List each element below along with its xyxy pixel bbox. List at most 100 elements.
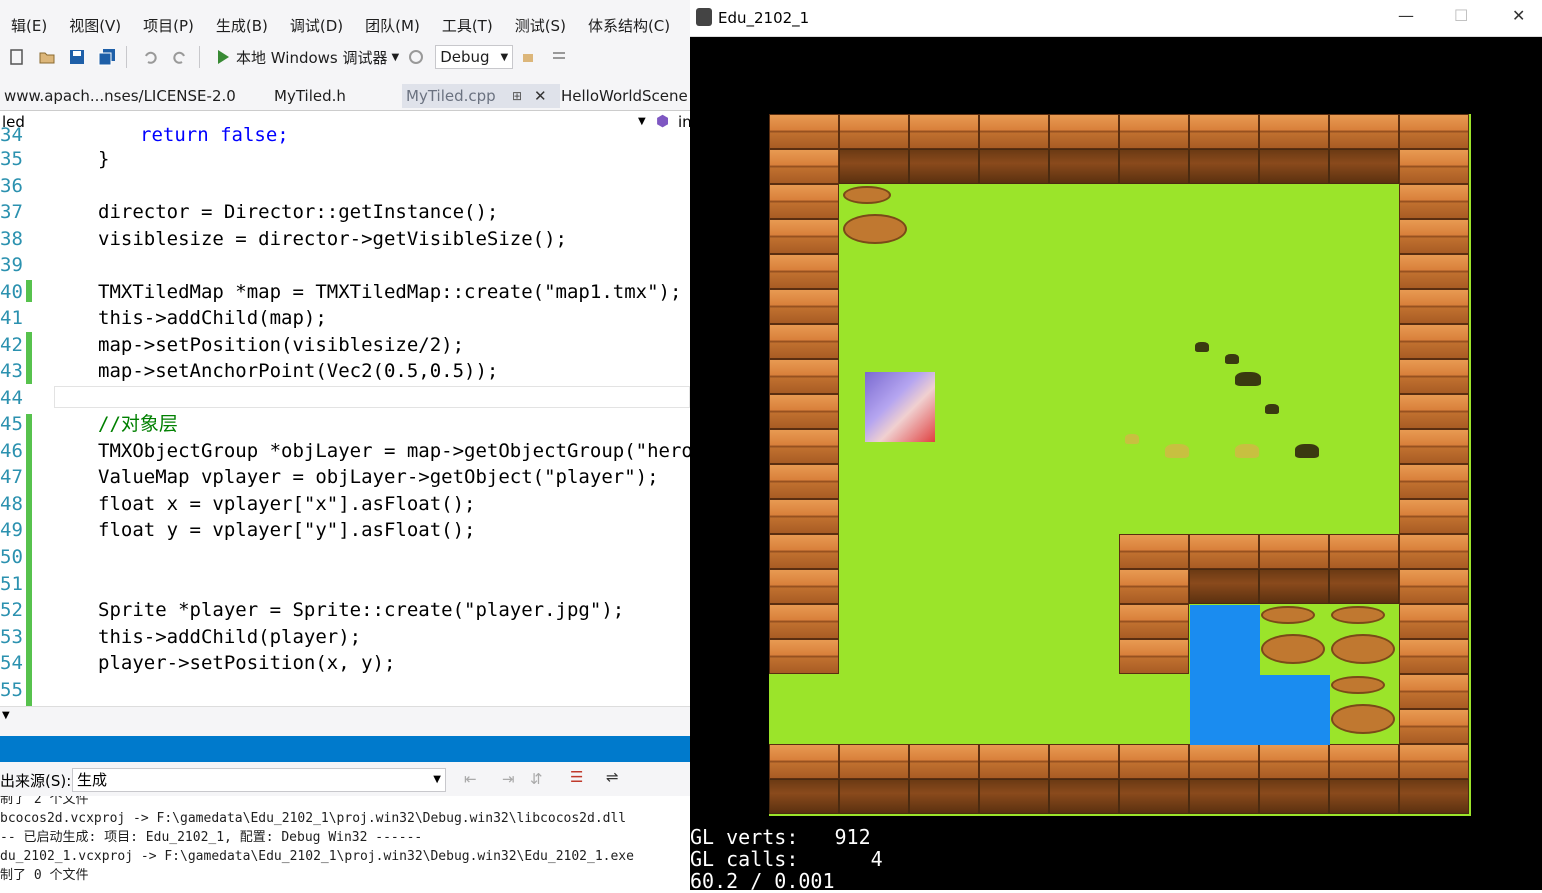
tab-license[interactable]: www.apach...nses/LICENSE-2.0 (0, 84, 240, 108)
line-number: 35 (0, 148, 23, 170)
undo-icon[interactable] (141, 48, 159, 66)
brick-tile (979, 114, 1049, 149)
chevron-down-icon[interactable]: ▼ (2, 710, 10, 721)
line-number: 43 (0, 360, 23, 382)
menu-architecture[interactable]: 体系结构(C) (577, 15, 681, 36)
code-editor[interactable]: 34 return false; 35} 36 37 director = Dire… (0, 124, 690, 706)
gl-verts-label: GL verts: (690, 825, 799, 849)
menu-debug[interactable]: 调试(D) (279, 15, 354, 36)
line-number: 52 (0, 599, 23, 621)
align-icon[interactable] (551, 48, 569, 66)
find-in-output-icon[interactable]: ⇵ (530, 770, 543, 788)
code-line: 55 (0, 677, 690, 703)
code-line: 44 (0, 385, 690, 411)
output-line: du_2102_1.vcxproj -> F:\gamedata\Edu_210… (0, 849, 634, 864)
gl-stats: GL verts: 912 GL calls: 4 60.2 / 0.001 (690, 826, 883, 892)
output-line: 制了 0 个文件 (0, 868, 89, 883)
brick-tile (769, 744, 839, 779)
grass-tuft (1235, 444, 1259, 458)
menu-edit[interactable]: 辑(E) (0, 15, 58, 36)
brick-tile (769, 184, 839, 219)
refresh-icon[interactable] (407, 48, 425, 66)
brick-tile (1399, 114, 1469, 149)
line-number: 54 (0, 652, 23, 674)
menu-project[interactable]: 项目(P) (132, 15, 205, 36)
brick-tile (769, 324, 839, 359)
brick-tile (1259, 744, 1329, 779)
go-to-prev-icon[interactable]: ⇤ (464, 770, 477, 788)
code-text: Sprite *player = Sprite::create("player.… (98, 599, 625, 621)
code-line: 52 Sprite *player = Sprite::create("playe… (0, 597, 690, 623)
line-number: 49 (0, 519, 23, 541)
wall-top-tile (1259, 779, 1329, 814)
open-folder-icon[interactable] (38, 48, 56, 66)
menu-test[interactable]: 测试(S) (504, 15, 577, 36)
close-icon[interactable]: ✕ (534, 84, 547, 108)
brick-tile (1399, 569, 1469, 604)
maximize-icon[interactable]: ☐ (1454, 6, 1468, 25)
rock-decoration (1331, 676, 1385, 694)
wall-top-tile (909, 149, 979, 184)
water-tile (1190, 605, 1260, 745)
output-pane[interactable]: 制了 2 个文件 bcocos2d.vcxproj -> F:\gamedata… (0, 796, 690, 890)
game-window: Edu_2102_1 — ☐ ✕ GL verts: 912 GL calls:… (690, 0, 1542, 892)
code-line: 49 float y = vplayer["y"].asFloat(); (0, 517, 690, 543)
clear-all-icon[interactable]: ☰ (570, 768, 583, 786)
menu-team[interactable]: 团队(M) (354, 15, 431, 36)
line-number: 36 (0, 175, 23, 197)
horizontal-scrollbar[interactable]: ▼ (0, 706, 690, 727)
chevron-down-icon[interactable]: ▼ (392, 52, 400, 63)
wall-top-tile (979, 149, 1049, 184)
find-icon[interactable] (521, 48, 539, 66)
rock-decoration (1331, 606, 1385, 624)
code-comment: //对象层 (98, 413, 178, 435)
new-project-icon[interactable] (8, 48, 26, 66)
close-icon[interactable]: ✕ (1512, 6, 1525, 25)
rock-decoration (1261, 634, 1325, 664)
wall-top-tile (839, 779, 909, 814)
toolbar-separator (126, 46, 127, 68)
code-text: ValueMap vplayer = objLayer->getObject("… (98, 466, 659, 488)
code-text: } (98, 148, 110, 170)
wall-top-tile (769, 779, 839, 814)
brick-tile (1399, 184, 1469, 219)
brick-tile (1259, 534, 1329, 569)
tab-helloworldscene[interactable]: HelloWorldScene (557, 84, 690, 108)
start-debug-icon[interactable] (214, 48, 232, 66)
menu-view[interactable]: 视图(V) (58, 15, 132, 36)
brick-tile (1399, 359, 1469, 394)
brick-tile (1399, 604, 1469, 639)
menu-tools[interactable]: 工具(T) (431, 15, 504, 36)
code-text: player->setPosition(x, y); (98, 652, 396, 674)
code-line: 48 float x = vplayer["x"].asFloat(); (0, 491, 690, 517)
output-source-select[interactable]: 生成 ▼ (72, 768, 446, 792)
save-icon[interactable] (68, 48, 86, 66)
brick-tile (1399, 639, 1469, 674)
go-to-next-icon[interactable]: ⇥ (502, 770, 515, 788)
word-wrap-icon[interactable]: ⇌ (606, 768, 619, 786)
line-number: 47 (0, 466, 23, 488)
brick-tile (1399, 324, 1469, 359)
minimize-icon[interactable]: — (1398, 6, 1414, 25)
tab-mytiled-h[interactable]: MyTiled.h (270, 84, 350, 108)
rock-decoration (1261, 606, 1315, 624)
save-all-icon[interactable] (98, 48, 116, 66)
brick-tile (1259, 114, 1329, 149)
tab-mytiled-cpp[interactable]: MyTiled.cpp ⊞ ✕ (402, 84, 560, 108)
wall-top-tile (1329, 569, 1399, 604)
redo-icon[interactable] (171, 48, 189, 66)
pin-icon[interactable]: ⊞ (512, 84, 522, 108)
code-line: 50 (0, 544, 690, 570)
line-number: 51 (0, 573, 23, 595)
brick-tile (1399, 254, 1469, 289)
run-debugger-button[interactable]: 本地 Windows 调试器 (236, 47, 388, 68)
brick-tile (1399, 499, 1469, 534)
grass-tuft (1295, 444, 1319, 458)
solution-config-select[interactable]: Debug ▼ (435, 45, 514, 69)
menu-build[interactable]: 生成(B) (205, 15, 279, 36)
toolbar-separator (199, 46, 200, 68)
brick-tile (769, 149, 839, 184)
code-line: 51 (0, 571, 690, 597)
brick-tile (1399, 289, 1469, 324)
water-tile (1260, 675, 1330, 745)
